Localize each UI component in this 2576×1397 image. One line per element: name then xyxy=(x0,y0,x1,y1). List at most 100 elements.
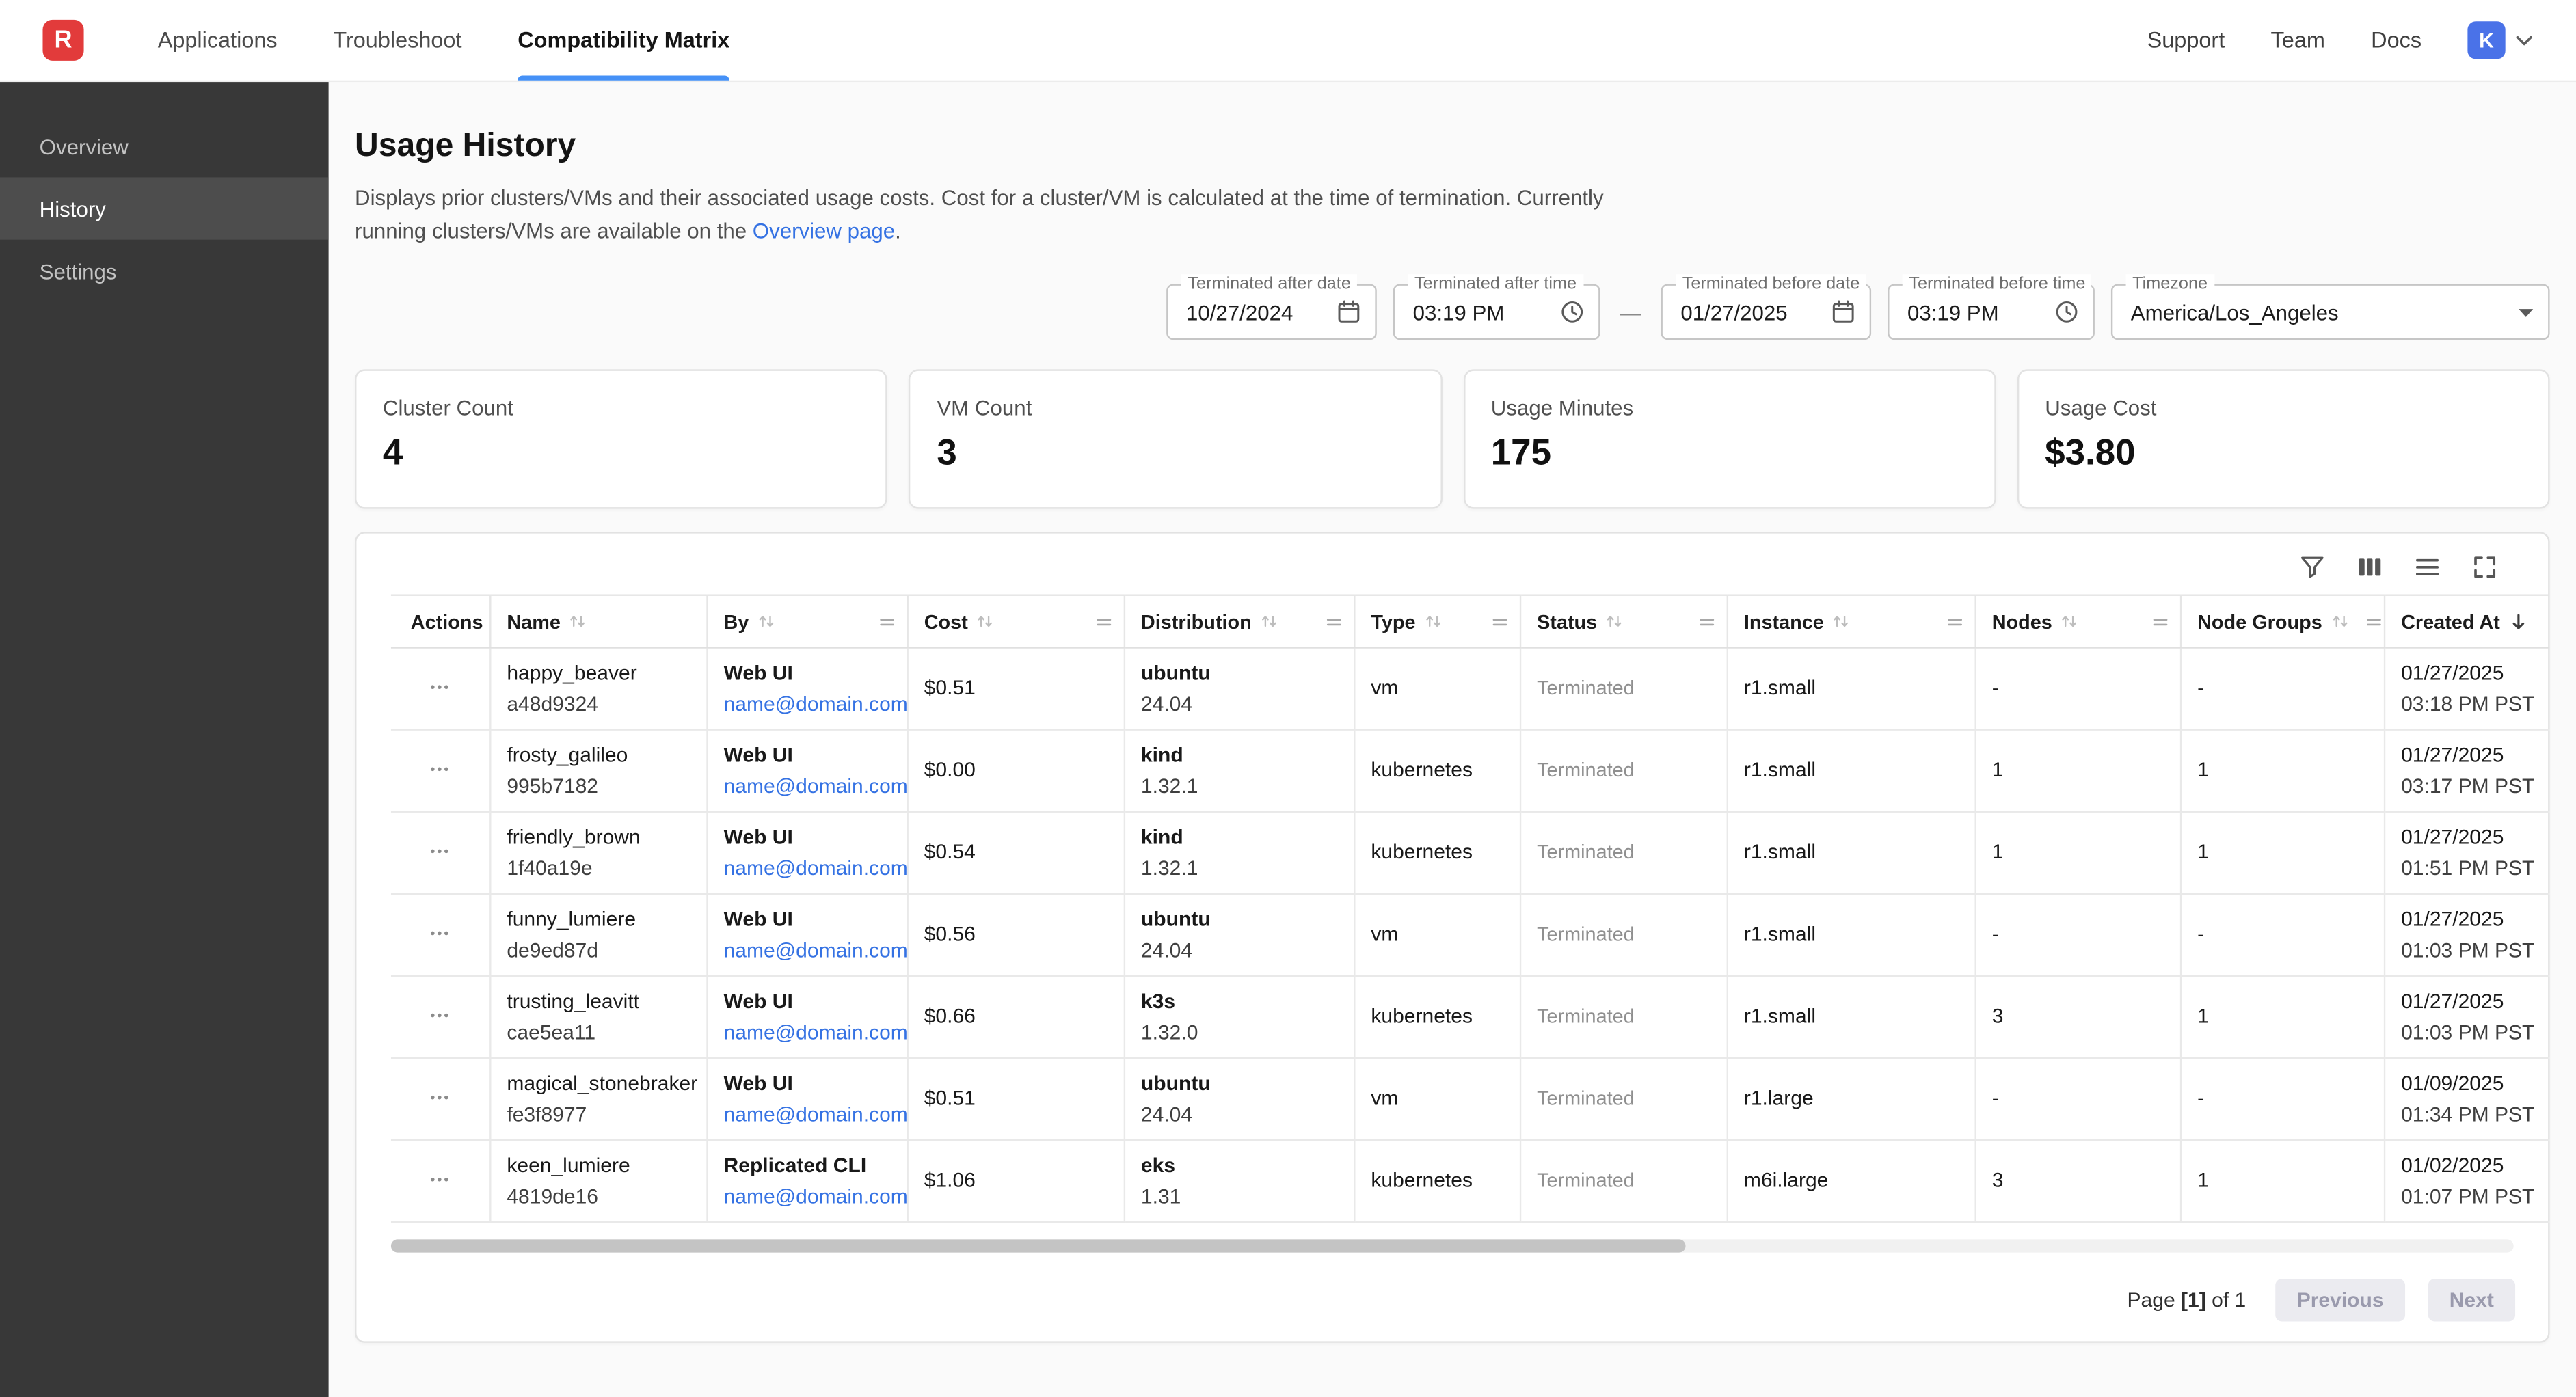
column-menu-icon[interactable] xyxy=(1944,612,1964,632)
nav-troubleshoot[interactable]: Troubleshoot xyxy=(333,0,461,81)
sidebar: Overview History Settings xyxy=(0,82,329,1397)
email-link[interactable]: name@domain.com xyxy=(724,1018,890,1049)
timezone-select[interactable]: Timezone America/Los_Angeles xyxy=(2111,284,2550,340)
nodes-value: 1 xyxy=(1992,838,2163,869)
column-menu-icon[interactable] xyxy=(1093,612,1113,632)
cell-node-groups: - xyxy=(2180,648,2384,730)
logo-letter: R xyxy=(54,26,72,54)
column-menu-icon[interactable] xyxy=(876,612,896,632)
column-menu-icon[interactable] xyxy=(1324,612,1343,632)
type-value: kubernetes xyxy=(1371,756,1502,787)
cost-value: $0.00 xyxy=(924,756,1107,787)
column-header-cost[interactable]: Cost xyxy=(907,595,1123,648)
scrollbar-thumb[interactable] xyxy=(391,1240,1686,1253)
density-icon[interactable] xyxy=(2413,554,2441,582)
terminated-before-time-input[interactable]: Terminated before time 03:19 PM xyxy=(1888,284,2095,340)
row-actions-button[interactable] xyxy=(421,668,459,710)
caret-down-icon xyxy=(2517,307,2534,318)
stat-value: 3 xyxy=(937,432,1413,474)
column-header-status[interactable]: Status xyxy=(1520,595,1727,648)
cell-name: magical_stonebraker fe3f8977 xyxy=(489,1059,706,1141)
column-header-instance[interactable]: Instance xyxy=(1727,595,1975,648)
column-header-node-groups[interactable]: Node Groups xyxy=(2180,595,2384,648)
overview-page-link[interactable]: Overview page xyxy=(753,219,895,243)
column-header-name[interactable]: Name xyxy=(489,595,706,648)
instance-value: r1.large xyxy=(1744,1084,1957,1115)
email-link[interactable]: name@domain.com xyxy=(724,936,890,967)
email-link[interactable]: name@domain.com xyxy=(724,689,890,720)
columns-icon[interactable] xyxy=(2356,554,2384,582)
row-actions-button[interactable] xyxy=(421,996,459,1038)
clock-icon[interactable] xyxy=(2054,299,2080,325)
column-header-created-at[interactable]: Created At xyxy=(2384,595,2550,648)
nav-team[interactable]: Team xyxy=(2271,28,2325,53)
cell-by: Web UI name@domain.com xyxy=(706,1059,907,1141)
instance-value: m6i.large xyxy=(1744,1166,1957,1197)
cell-created-at: 01/09/2025 01:34 PM PST xyxy=(2384,1059,2550,1141)
terminated-after-date-input[interactable]: Terminated after date 10/27/2024 xyxy=(1166,284,1377,340)
nav-docs[interactable]: Docs xyxy=(2371,28,2421,53)
nodes-value: - xyxy=(1992,673,2163,705)
replicated-logo[interactable]: R xyxy=(42,20,83,61)
email-link[interactable]: name@domain.com xyxy=(724,1100,890,1131)
node-groups-value: 1 xyxy=(2197,1166,2367,1197)
row-actions-button[interactable] xyxy=(421,1161,459,1203)
column-menu-icon[interactable] xyxy=(1489,612,1509,632)
description-period: . xyxy=(895,219,901,243)
sidebar-item-overview[interactable]: Overview xyxy=(0,115,329,177)
terminated-after-time-input[interactable]: Terminated after time 03:19 PM xyxy=(1393,284,1600,340)
nav-support[interactable]: Support xyxy=(2147,28,2225,53)
row-actions-button[interactable] xyxy=(421,750,459,792)
terminated-before-date-input[interactable]: Terminated before date 01/27/2025 xyxy=(1661,284,1871,340)
user-menu[interactable]: K xyxy=(2467,21,2533,59)
usage-table-card: Actions Name By xyxy=(355,532,2549,1344)
sidebar-item-settings[interactable]: Settings xyxy=(0,240,329,302)
cell-cost: $0.56 xyxy=(907,894,1123,976)
cell-instance: r1.small xyxy=(1727,812,1975,894)
cell-type: vm xyxy=(1354,894,1520,976)
cell-status: Terminated xyxy=(1520,730,1727,812)
cell-name: funny_lumiere de9ed87d xyxy=(489,894,706,976)
next-page-button[interactable]: Next xyxy=(2428,1279,2515,1322)
column-menu-icon[interactable] xyxy=(1696,612,1716,632)
sidebar-item-history[interactable]: History xyxy=(0,177,329,239)
field-label: Terminated after date xyxy=(1181,275,1358,295)
cell-name: keen_lumiere 4819de16 xyxy=(489,1141,706,1223)
column-header-type[interactable]: Type xyxy=(1354,595,1520,648)
email-link[interactable]: name@domain.com xyxy=(724,1182,890,1213)
created-time: 01:07 PM PST xyxy=(2401,1182,2533,1213)
created-date: 01/02/2025 xyxy=(2401,1150,2533,1182)
calendar-icon[interactable] xyxy=(1336,299,1362,325)
nav-compatibility-matrix[interactable]: Compatibility Matrix xyxy=(518,0,729,81)
filter-icon[interactable] xyxy=(2298,554,2326,582)
row-actions-button[interactable] xyxy=(421,1079,459,1121)
column-menu-icon[interactable] xyxy=(2363,612,2383,632)
sort-icon xyxy=(2058,611,2080,632)
nav-applications[interactable]: Applications xyxy=(158,0,278,81)
cost-value: $0.66 xyxy=(924,1002,1107,1033)
column-menu-icon[interactable] xyxy=(2149,612,2169,632)
cell-status: Terminated xyxy=(1520,977,1727,1059)
column-header-by[interactable]: By xyxy=(706,595,907,648)
cell-distribution: ubuntu 24.04 xyxy=(1124,894,1354,976)
column-header-distribution[interactable]: Distribution xyxy=(1124,595,1354,648)
cell-type: kubernetes xyxy=(1354,1141,1520,1223)
cell-type: kubernetes xyxy=(1354,730,1520,812)
fullscreen-icon[interactable] xyxy=(2471,554,2499,582)
clock-icon[interactable] xyxy=(1559,299,1585,325)
column-header-nodes[interactable]: Nodes xyxy=(1974,595,2179,648)
email-link[interactable]: name@domain.com xyxy=(724,853,890,884)
stat-card: Usage Minutes 175 xyxy=(1463,370,1996,509)
row-actions-button[interactable] xyxy=(421,832,459,874)
cell-created-at: 01/02/2025 01:07 PM PST xyxy=(2384,1141,2550,1223)
calendar-icon[interactable] xyxy=(1830,299,1856,325)
previous-page-button[interactable]: Previous xyxy=(2275,1279,2404,1322)
cell-by: Web UI name@domain.com xyxy=(706,812,907,894)
table-row: friendly_brown 1f40a19e Web UI name@doma… xyxy=(391,812,2550,894)
stat-card: Usage Cost $3.80 xyxy=(2017,370,2549,509)
horizontal-scrollbar[interactable] xyxy=(391,1240,2514,1253)
row-actions-button[interactable] xyxy=(421,914,459,956)
email-link[interactable]: name@domain.com xyxy=(724,771,890,802)
cluster-id: 4819de16 xyxy=(507,1182,689,1213)
stat-value: $3.80 xyxy=(2045,432,2521,474)
